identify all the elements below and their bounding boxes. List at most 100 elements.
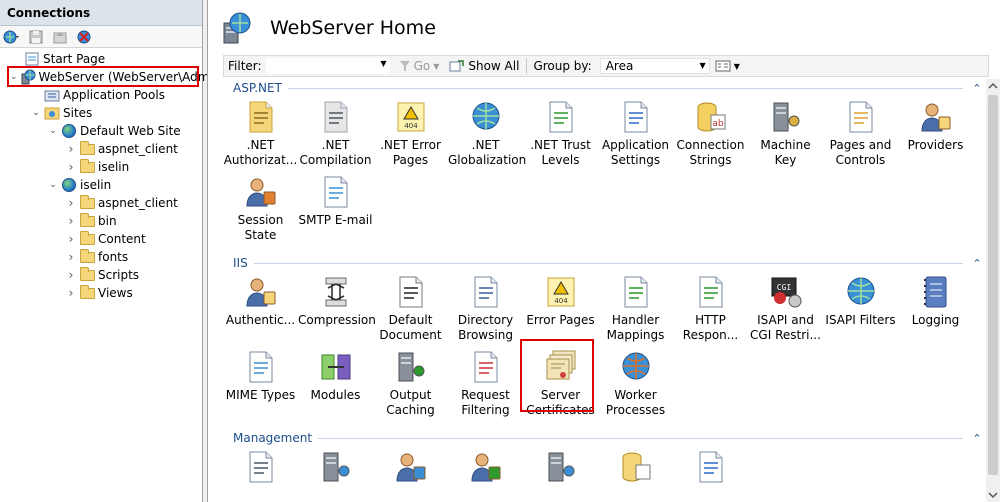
section-divider — [253, 262, 963, 264]
feature-tile[interactable]: CGI ISAPI and CGI Restri... — [748, 274, 823, 349]
start-page-icon — [24, 51, 40, 67]
save-icon[interactable] — [27, 29, 45, 45]
feature-tile[interactable]: Logging — [898, 274, 973, 349]
chevron-right-icon[interactable]: › — [65, 160, 77, 174]
feature-tile[interactable]: .NET Authorizat... — [223, 99, 298, 174]
feature-tile[interactable]: Handler Mappings — [598, 274, 673, 349]
chevron-down-icon: ▼ — [699, 61, 706, 70]
tree-node[interactable]: › fonts — [0, 248, 202, 266]
feature-tile[interactable] — [373, 449, 448, 502]
go-button[interactable]: Go ▼ — [394, 59, 445, 73]
feature-tile[interactable]: Machine Key — [748, 99, 823, 174]
feature-tile[interactable]: .NET Globalization — [448, 99, 526, 174]
feature-tile[interactable] — [523, 449, 598, 502]
feature-tile[interactable] — [673, 449, 748, 502]
feature-label: .NET Authorizat... — [223, 138, 298, 167]
isapi-cgi-icon: CGI — [768, 274, 804, 310]
connections-title: Connections — [0, 0, 202, 26]
feature-tile[interactable] — [223, 449, 298, 502]
tree-node[interactable]: Application Pools — [0, 86, 202, 104]
feature-tile[interactable]: HTTP Respon... — [673, 274, 748, 349]
folder-icon — [79, 266, 95, 283]
tree-node-label: Sites — [63, 106, 93, 120]
disconnect-icon[interactable] — [75, 29, 93, 45]
session-state-icon — [243, 174, 279, 210]
chevron-right-icon[interactable]: › — [65, 232, 77, 246]
collapse-chevron-icon[interactable]: ⌃ — [971, 82, 983, 95]
tree-node[interactable]: › Content — [0, 230, 202, 248]
group-by-select[interactable]: Area ▼ — [599, 58, 710, 74]
tree-node[interactable]: › Scripts — [0, 266, 202, 284]
mime-types-icon — [243, 349, 279, 385]
feature-tile[interactable]: Default Document — [373, 274, 448, 349]
machine-key-icon — [768, 99, 804, 135]
feature-tile[interactable]: Output Caching — [373, 349, 448, 424]
tree-node[interactable]: › aspnet_client — [0, 194, 202, 212]
feature-tile[interactable]: Application Settings — [598, 99, 673, 174]
tree-node[interactable]: › Views — [0, 284, 202, 302]
show-all-button[interactable]: Show All — [444, 59, 524, 73]
chevron-right-icon[interactable]: › — [65, 250, 77, 264]
chevron-right-icon[interactable]: › — [65, 196, 77, 210]
chevron-down-icon[interactable]: ⌄ — [30, 108, 42, 118]
feature-tile[interactable]: SMTP E-mail — [298, 174, 373, 249]
feature-tile[interactable] — [448, 449, 523, 502]
feature-delegation-icon — [318, 449, 354, 485]
chevron-right-icon[interactable]: › — [65, 286, 77, 300]
feature-tile[interactable]: Session State — [223, 174, 298, 249]
tree-node[interactable]: › iselin — [0, 158, 202, 176]
feature-tile[interactable]: ab Connection Strings — [673, 99, 748, 174]
section-divider — [287, 87, 963, 89]
feature-tile[interactable]: ab — [598, 449, 673, 502]
vertical-scrollbar[interactable] — [986, 79, 1000, 502]
feature-label: Default Document — [379, 313, 442, 342]
feature-tile[interactable]: Request Filtering — [448, 349, 523, 424]
folder-icon — [79, 230, 95, 247]
scroll-thumb[interactable] — [988, 95, 998, 475]
up-level-icon[interactable] — [51, 29, 69, 45]
isapi-filters-icon — [843, 274, 879, 310]
feature-tile[interactable]: 404 .NET Error Pages — [373, 99, 448, 174]
feature-tile[interactable]: Pages and Controls — [823, 99, 898, 174]
feature-tile[interactable]: .NET Compilation — [298, 99, 373, 174]
tree-node-label: bin — [98, 214, 117, 228]
section-header[interactable]: Management ⌃ — [223, 429, 983, 447]
folder-icon — [79, 212, 95, 229]
feature-label: Providers — [907, 138, 964, 152]
feature-tile[interactable]: ISAPI Filters — [823, 274, 898, 349]
feature-tile[interactable]: Compression — [298, 274, 376, 349]
feature-tile[interactable]: MIME Types — [223, 349, 298, 424]
collapse-chevron-icon[interactable]: ⌃ — [971, 257, 983, 270]
feature-tile[interactable]: .NET Trust Levels — [523, 99, 598, 174]
section-header[interactable]: IIS ⌃ — [223, 254, 983, 272]
feature-tile[interactable]: 404 Error Pages — [523, 274, 598, 349]
svg-text:CGI: CGI — [776, 283, 791, 292]
feature-tile[interactable]: Directory Browsing — [448, 274, 523, 349]
collapse-chevron-icon[interactable]: ⌃ — [971, 432, 983, 445]
chevron-right-icon[interactable]: › — [65, 142, 77, 156]
filter-dropdown-icon[interactable]: ▼ — [380, 59, 386, 68]
chevron-down-icon[interactable]: ⌄ — [47, 126, 59, 136]
section-title: IIS — [233, 256, 248, 270]
feature-tile[interactable]: Worker Processes — [598, 349, 673, 424]
view-mode-button[interactable]: ▼ — [710, 59, 745, 73]
tree-node[interactable]: › aspnet_client — [0, 140, 202, 158]
tree-node[interactable]: › bin — [0, 212, 202, 230]
worker-processes-icon — [618, 349, 654, 385]
section-title: Management — [233, 431, 313, 445]
feature-tile[interactable]: Modules — [298, 349, 373, 424]
svg-text:ab: ab — [712, 119, 724, 129]
section-header[interactable]: ASP.NET ⌃ — [223, 79, 983, 97]
connect-icon[interactable] — [3, 29, 21, 45]
chevron-down-icon[interactable]: ⌄ — [47, 180, 59, 190]
globe-icon — [61, 177, 77, 193]
tree-node[interactable]: ⌄ Sites — [0, 104, 202, 122]
tree-node[interactable]: ⌄ iselin — [0, 176, 202, 194]
tree-node[interactable]: ⌄ Default Web Site — [0, 122, 202, 140]
feature-tile[interactable] — [298, 449, 373, 502]
chevron-right-icon[interactable]: › — [65, 214, 77, 228]
chevron-right-icon[interactable]: › — [65, 268, 77, 282]
feature-tile[interactable]: Authentic... — [223, 274, 298, 349]
filter-input[interactable]: ▼ — [265, 58, 390, 74]
feature-tile[interactable]: Providers — [898, 99, 973, 174]
